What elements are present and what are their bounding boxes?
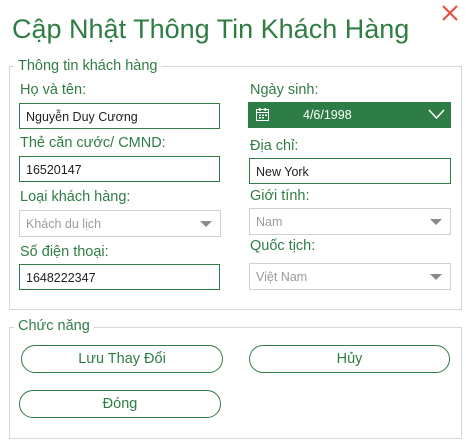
cancel-button[interactable]: Hủy xyxy=(249,345,450,373)
save-button[interactable]: Lưu Thay Đổi xyxy=(21,345,223,373)
close-icon[interactable] xyxy=(441,4,459,22)
phone-label: Số điện thoại: xyxy=(20,244,109,260)
nationality-value: Việt Nam xyxy=(256,270,308,284)
window-title: Cập Nhật Thông Tin Khách Hàng xyxy=(12,14,410,44)
dropdown-arrow-icon xyxy=(430,274,442,280)
phone-field[interactable]: 1648222347 xyxy=(19,264,220,290)
customer-type-select[interactable]: Khách du lịch xyxy=(19,210,221,237)
customer-info-legend: Thông tin khách hàng xyxy=(14,58,162,74)
birthdate-label: Ngày sinh: xyxy=(250,82,319,98)
address-label: Địa chỉ: xyxy=(250,138,299,154)
customer-type-value: Khách du lịch xyxy=(26,217,102,231)
gender-value: Nam xyxy=(256,215,283,229)
birthdate-picker[interactable]: 4/6/1998 xyxy=(248,102,451,128)
calendar-icon xyxy=(256,108,269,124)
gender-label: Giới tính: xyxy=(250,188,310,204)
nationality-select[interactable]: Việt Nam xyxy=(249,263,451,290)
chevron-down-icon[interactable] xyxy=(428,109,445,123)
nationality-label: Quốc tịch: xyxy=(250,238,316,254)
id-card-field[interactable]: 16520147 xyxy=(19,156,220,182)
dropdown-arrow-icon xyxy=(430,219,442,225)
name-label: Họ và tên: xyxy=(20,82,87,98)
id-card-label: Thẻ căn cước/ CMND: xyxy=(20,135,166,151)
functions-legend: Chức năng xyxy=(14,318,94,334)
address-field[interactable]: New York xyxy=(249,158,451,184)
functions-group xyxy=(9,327,462,439)
close-button[interactable]: Đóng xyxy=(19,390,221,418)
gender-select[interactable]: Nam xyxy=(249,208,451,235)
birthdate-value: 4/6/1998 xyxy=(303,108,352,122)
name-field[interactable]: Nguyễn Duy Cương xyxy=(19,103,220,129)
dropdown-arrow-icon xyxy=(200,221,212,227)
customer-type-label: Loại khách hàng: xyxy=(20,189,131,205)
